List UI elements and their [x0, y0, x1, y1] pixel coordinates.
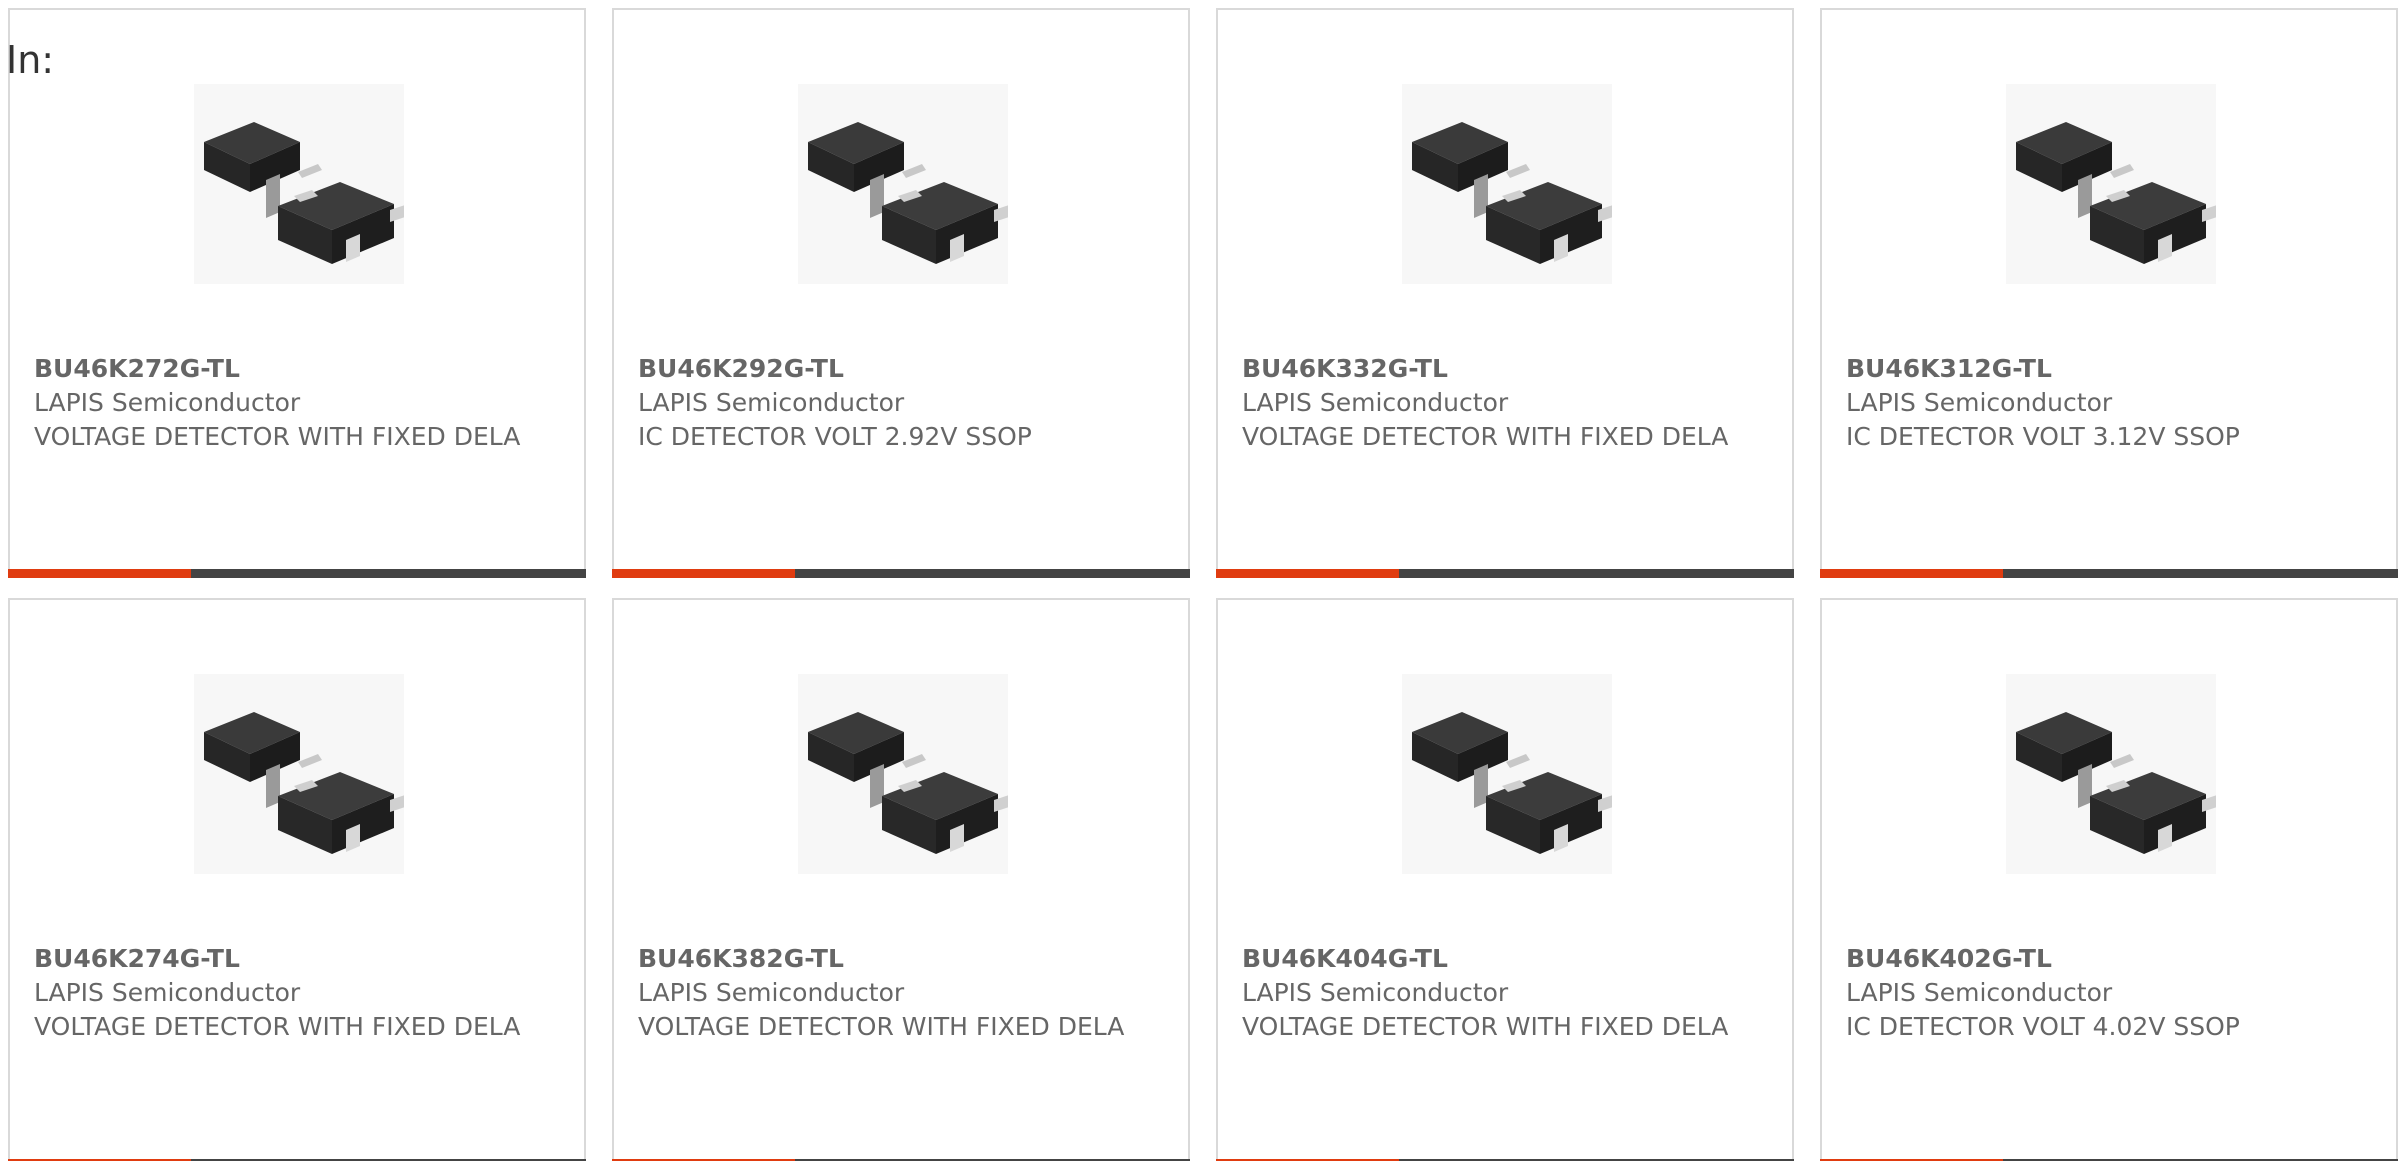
sot-package-icon: [798, 674, 1008, 874]
product-grid: BU46K272G-TL LAPIS Semiconductor VOLTAGE…: [8, 8, 2398, 1161]
product-description: IC DETECTOR VOLT 2.92V SSOP: [638, 422, 1032, 451]
product-results-page: In: BU46K272G-TL LAPIS Semiconductor VOL…: [0, 0, 2400, 1161]
manufacturer-name: LAPIS Semiconductor: [1242, 978, 1509, 1007]
product-description: VOLTAGE DETECTOR WITH FIXED DELA: [1242, 422, 1729, 451]
part-number[interactable]: BU46K274G-TL: [34, 942, 544, 976]
card-accent-bar: [1216, 569, 1399, 578]
card-bottom-bar: [1216, 569, 1794, 578]
sot-package-icon: [798, 84, 1008, 284]
card-accent-bar: [612, 569, 795, 578]
card-bottom-bar: [8, 569, 586, 578]
manufacturer-name: LAPIS Semiconductor: [1846, 388, 2113, 417]
manufacturer-name: LAPIS Semiconductor: [34, 978, 301, 1007]
product-description: VOLTAGE DETECTOR WITH FIXED DELA: [1242, 1012, 1729, 1041]
card-bottom-bar: [612, 569, 1190, 578]
sot-package-icon: [194, 674, 404, 874]
product-card[interactable]: BU46K272G-TL LAPIS Semiconductor VOLTAGE…: [8, 8, 586, 578]
part-number[interactable]: BU46K404G-TL: [1242, 942, 1752, 976]
manufacturer-name: LAPIS Semiconductor: [1846, 978, 2113, 1007]
manufacturer-name: LAPIS Semiconductor: [638, 978, 905, 1007]
sot-package-icon: [1402, 674, 1612, 874]
in-label: In:: [6, 38, 55, 82]
product-card[interactable]: BU46K402G-TL LAPIS Semiconductor IC DETE…: [1820, 598, 2398, 1161]
product-description: VOLTAGE DETECTOR WITH FIXED DELA: [34, 1012, 521, 1041]
product-card[interactable]: BU46K404G-TL LAPIS Semiconductor VOLTAGE…: [1216, 598, 1794, 1161]
product-description: IC DETECTOR VOLT 4.02V SSOP: [1846, 1012, 2240, 1041]
card-accent-bar: [8, 569, 191, 578]
product-description: VOLTAGE DETECTOR WITH FIXED DELA: [34, 422, 521, 451]
part-number[interactable]: BU46K292G-TL: [638, 352, 1148, 386]
product-card[interactable]: BU46K274G-TL LAPIS Semiconductor VOLTAGE…: [8, 598, 586, 1161]
manufacturer-name: LAPIS Semiconductor: [638, 388, 905, 417]
manufacturer-name: LAPIS Semiconductor: [1242, 388, 1509, 417]
card-bottom-bar: [1820, 569, 2398, 578]
sot-package-icon: [2006, 84, 2216, 284]
product-card[interactable]: BU46K332G-TL LAPIS Semiconductor VOLTAGE…: [1216, 8, 1794, 578]
product-card[interactable]: BU46K312G-TL LAPIS Semiconductor IC DETE…: [1820, 8, 2398, 578]
manufacturer-name: LAPIS Semiconductor: [34, 388, 301, 417]
product-description: IC DETECTOR VOLT 3.12V SSOP: [1846, 422, 2240, 451]
card-accent-bar: [1820, 569, 2003, 578]
part-number[interactable]: BU46K272G-TL: [34, 352, 544, 386]
part-number[interactable]: BU46K312G-TL: [1846, 352, 2356, 386]
part-number[interactable]: BU46K332G-TL: [1242, 352, 1752, 386]
part-number[interactable]: BU46K382G-TL: [638, 942, 1148, 976]
product-card[interactable]: BU46K292G-TL LAPIS Semiconductor IC DETE…: [612, 8, 1190, 578]
part-number[interactable]: BU46K402G-TL: [1846, 942, 2356, 976]
product-description: VOLTAGE DETECTOR WITH FIXED DELA: [638, 1012, 1125, 1041]
sot-package-icon: [1402, 84, 1612, 284]
sot-package-icon: [2006, 674, 2216, 874]
sot-package-icon: [194, 84, 404, 284]
product-card[interactable]: BU46K382G-TL LAPIS Semiconductor VOLTAGE…: [612, 598, 1190, 1161]
